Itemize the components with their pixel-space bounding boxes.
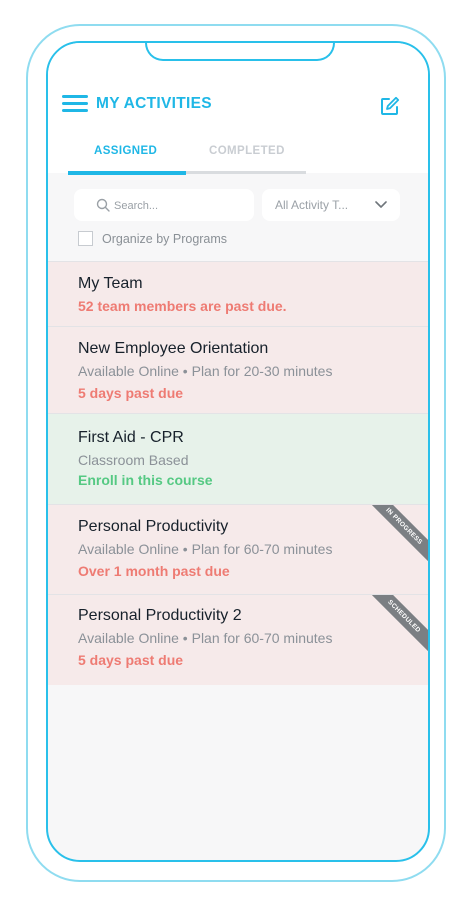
item-title: New Employee Orientation	[78, 340, 269, 357]
hamburger-menu-icon[interactable]	[62, 95, 88, 113]
item-subtitle: Available Online • Plan for 20-30 minute…	[78, 363, 333, 379]
tab-assigned[interactable]: ASSIGNED	[94, 145, 157, 157]
edit-note-icon[interactable]	[379, 95, 401, 117]
chevron-down-icon	[375, 201, 387, 208]
item-status: 52 team members are past due.	[78, 298, 287, 314]
phone-screen: MY ACTIVITIES ASSIGNED COMPLETED All Act…	[46, 41, 430, 862]
item-subtitle: Available Online • Plan for 60-70 minute…	[78, 630, 333, 646]
list-item-personal-productivity-2[interactable]: SCHEDULED Personal Productivity 2 Availa…	[48, 594, 428, 685]
item-status: 5 days past due	[78, 385, 184, 401]
item-title: Personal Productivity	[78, 518, 229, 535]
list-item-personal-productivity[interactable]: IN PROGRESS Personal Productivity Availa…	[48, 504, 428, 594]
scheduled-ribbon: SCHEDULED	[363, 595, 428, 658]
item-status: 5 days past due	[78, 652, 184, 668]
list-item-my-team[interactable]: My Team 52 team members are past due.	[48, 261, 428, 326]
list-item-new-employee-orientation[interactable]: New Employee Orientation Available Onlin…	[48, 326, 428, 413]
item-subtitle: Classroom Based	[78, 452, 189, 468]
organize-by-programs-label: Organize by Programs	[102, 232, 228, 246]
activity-type-value: All Activity T...	[275, 198, 349, 212]
organize-by-programs-checkbox[interactable]	[78, 231, 93, 246]
item-title: Personal Productivity 2	[78, 607, 242, 624]
phone-notch	[145, 43, 335, 61]
in-progress-ribbon: IN PROGRESS	[363, 505, 428, 568]
activity-list: My Team 52 team members are past due. Ne…	[48, 261, 428, 685]
item-title: First Aid - CPR	[78, 429, 184, 446]
tab-completed[interactable]: COMPLETED	[209, 145, 285, 157]
item-title: My Team	[78, 275, 143, 292]
search-icon	[96, 198, 110, 212]
tab-underline-active	[68, 171, 186, 175]
item-status: Enroll in this course	[78, 472, 213, 488]
search-input[interactable]	[112, 196, 246, 216]
item-status: Over 1 month past due	[78, 563, 230, 579]
item-subtitle: Available Online • Plan for 60-70 minute…	[78, 541, 333, 557]
search-box[interactable]	[74, 189, 254, 221]
page-title: MY ACTIVITIES	[96, 95, 212, 112]
app-header: MY ACTIVITIES ASSIGNED COMPLETED	[48, 43, 428, 175]
activity-type-select[interactable]: All Activity T...	[262, 189, 400, 221]
list-item-first-aid-cpr[interactable]: First Aid - CPR Classroom Based Enroll i…	[48, 413, 428, 504]
